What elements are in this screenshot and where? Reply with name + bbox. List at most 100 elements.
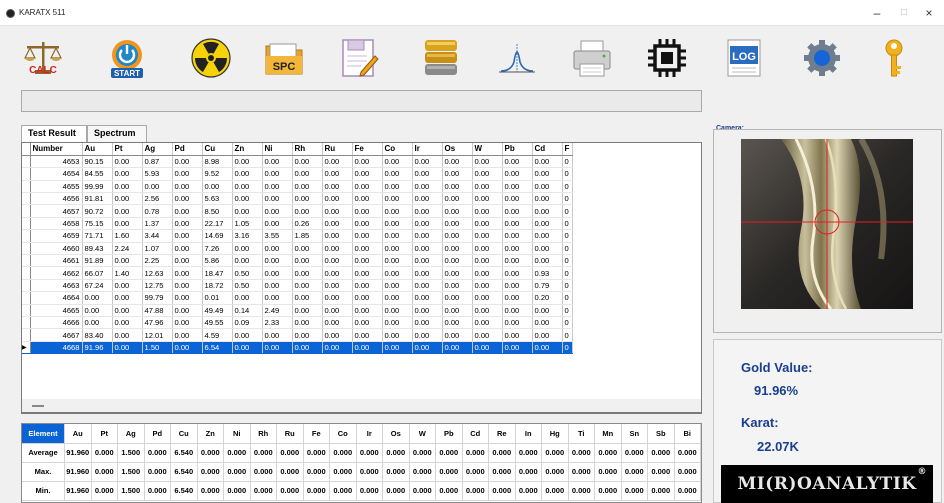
table-cell: 0.00	[352, 279, 383, 293]
table-cell: 0.00	[472, 229, 503, 243]
summary-cell: 0.000	[621, 481, 648, 501]
column-header[interactable]: Cd	[532, 143, 563, 156]
table-row[interactable]: 4666 0.00 0.00 47.96 0.00 49.55 0.09 2.33 0.00 0.…	[22, 316, 573, 330]
column-header[interactable]: Pb	[502, 143, 533, 156]
summary-cell: 0.000	[303, 443, 330, 463]
table-cell: 0.00	[502, 328, 533, 342]
calc-button[interactable]: CALC	[21, 36, 65, 80]
results-grid[interactable]: Number Au Pt Ag Pd Cu Zn Ni Rh Ru Fe Co Ir Os W Pb Cd F 46…	[21, 142, 702, 414]
column-header[interactable]: W	[472, 143, 503, 156]
tab-test-result[interactable]: Test Result	[21, 125, 87, 143]
summary-cell: 0.000	[462, 443, 489, 463]
column-header[interactable]: Ni	[262, 143, 293, 156]
table-cell: 0.00	[112, 217, 143, 231]
edit-button[interactable]	[337, 36, 381, 80]
key-button[interactable]	[872, 36, 916, 80]
table-row[interactable]: 4660 89.43 2.24 1.07 0.00 7.26 0.00 0.00 0.00 0.0…	[22, 242, 573, 256]
table-cell: 0.00	[322, 180, 353, 194]
minimize-button[interactable]: –	[866, 4, 888, 22]
summary-row: Min. 91.960 0.000 1.500 0.000 6.540 0.000 0.000…	[22, 481, 701, 501]
table-row[interactable]: 4663 67.24 0.00 12.75 0.00 18.72 0.50 0.00 0.00 0…	[22, 279, 573, 293]
summary-cell: 1.500	[117, 462, 145, 482]
table-cell: 2.33	[262, 316, 293, 330]
column-header[interactable]: Au	[82, 143, 113, 156]
table-cell: 0.00	[262, 204, 293, 218]
summary-cell: 0.000	[144, 462, 171, 482]
spc-button[interactable]: SPC	[262, 36, 306, 80]
radiation-button[interactable]	[189, 36, 233, 80]
column-header[interactable]: Fe	[352, 143, 383, 156]
settings-button[interactable]	[800, 36, 844, 80]
start-button[interactable]: START	[105, 36, 149, 80]
column-header[interactable]: Ir	[412, 143, 443, 156]
maximize-button[interactable]: □	[893, 4, 915, 22]
table-cell: 0.00	[322, 204, 353, 218]
table-row[interactable]: 4653 90.15 0.00 0.87 0.00 8.98 0.00 0.00 0.00 0.0…	[22, 155, 573, 169]
column-header[interactable]: Rh	[292, 143, 323, 156]
tab-spectrum[interactable]: Spectrum	[87, 125, 147, 142]
table-cell: 0.00	[352, 155, 383, 169]
table-cell: 99.99	[82, 180, 113, 194]
table-cell: 0.00	[322, 266, 353, 280]
column-header[interactable]: Ag	[142, 143, 173, 156]
table-cell: 0.00	[442, 155, 473, 169]
summary-element-header: Os	[382, 424, 410, 444]
table-cell: 0.00	[532, 328, 563, 342]
table-cell: 0.00	[232, 167, 263, 181]
hardware-button[interactable]	[645, 36, 689, 80]
brand-logo: MI(R)OANALYTIK ®	[721, 465, 933, 503]
summary-row-label: Min.	[22, 481, 65, 501]
grid-header-row: Number Au Pt Ag Pd Cu Zn Ni Rh Ru Fe Co Ir Os W Pb Cd F	[22, 143, 573, 156]
table-row[interactable]: 4665 0.00 0.00 47.88 0.00 49.49 0.14 2.49 0.00 0.…	[22, 304, 573, 317]
summary-cell: 0.000	[674, 443, 701, 463]
table-row[interactable]: 4655 99.99 0.00 0.00 0.00 0.00 0.00 0.00 0.00 0.0…	[22, 180, 573, 194]
column-header[interactable]: Zn	[232, 143, 263, 156]
summary-cell: 0.000	[515, 443, 542, 463]
column-header[interactable]: Ru	[322, 143, 353, 156]
column-header[interactable]: F	[562, 143, 573, 156]
print-button[interactable]	[570, 36, 614, 80]
database-button[interactable]	[419, 36, 463, 80]
close-button[interactable]: ×	[918, 4, 940, 22]
table-cell: 0.00	[322, 242, 353, 256]
log-button[interactable]: LOG	[722, 36, 766, 80]
summary-cell: 0.000	[621, 443, 648, 463]
table-cell: 0.00	[412, 316, 443, 330]
table-row[interactable]: 4664 0.00 0.00 99.79 0.00 0.01 0.00 0.00 0.00 0.0…	[22, 291, 573, 305]
summary-cell: 0.000	[647, 443, 675, 463]
table-cell: 0.00	[172, 341, 203, 355]
summary-cell: 0.000	[91, 481, 118, 501]
table-cell: 0.00	[352, 167, 383, 181]
table-cell: 0.00	[172, 254, 203, 268]
scrollbar-thumb[interactable]	[32, 405, 44, 407]
table-row[interactable]: 4659 71.71 1.60 3.44 0.00 14.69 3.16 3.55 1.85 0.…	[22, 229, 573, 243]
column-header[interactable]: Os	[442, 143, 473, 156]
table-cell: 0.00	[502, 341, 533, 355]
column-header[interactable]: Pt	[112, 143, 143, 156]
column-header[interactable]: Co	[382, 143, 413, 156]
spectrum-button[interactable]	[495, 36, 539, 80]
table-row[interactable]: 4661 91.89 0.00 2.25 0.00 5.86 0.00 0.00 0.00 0.0…	[22, 254, 573, 268]
table-row[interactable]: 4658 75.15 0.00 1.37 0.00 22.17 1.05 0.00 0.26 0.…	[22, 217, 573, 231]
column-header[interactable]: Cu	[202, 143, 233, 156]
summary-cell: 0.000	[515, 462, 542, 482]
table-row[interactable]: 4662 66.07 1.40 12.63 0.00 18.47 0.50 0.00 0.00 0…	[22, 266, 573, 280]
summary-table-panel: Element Au Pt Ag Pd Cu Zn Ni Rh Ru Fe Co Ir Os W Pb Cd Re…	[21, 423, 702, 503]
database-icon	[425, 40, 457, 75]
table-cell: 0.00	[292, 279, 323, 293]
horizontal-scrollbar[interactable]	[21, 399, 702, 413]
table-cell: 0.00	[142, 180, 173, 194]
table-row[interactable]: ▶ 4668 91.96 0.00 1.50 0.00 6.54 0.00 0.00 0.00 0.…	[22, 341, 573, 355]
table-cell: 0.00	[412, 254, 443, 268]
column-header[interactable]: Number	[30, 143, 83, 156]
column-header[interactable]: Pd	[172, 143, 203, 156]
table-cell: 0.00	[382, 155, 413, 169]
table-row[interactable]: 4656 91.81 0.00 2.56 0.00 5.63 0.00 0.00 0.00 0.0…	[22, 192, 573, 206]
table-row[interactable]: 4654 84.55 0.00 5.93 0.00 9.52 0.00 0.00 0.00 0.0…	[22, 167, 573, 181]
table-cell: 2.49	[262, 304, 293, 317]
table-cell: 5.63	[202, 192, 233, 206]
table-cell: 4666	[30, 316, 83, 330]
table-cell: 0.00	[412, 279, 443, 293]
table-row[interactable]: 4667 83.40 0.00 12.01 0.00 4.59 0.00 0.00 0.00 0.…	[22, 328, 573, 342]
table-row[interactable]: 4657 90.72 0.00 0.78 0.00 8.50 0.00 0.00 0.00 0.0…	[22, 204, 573, 218]
